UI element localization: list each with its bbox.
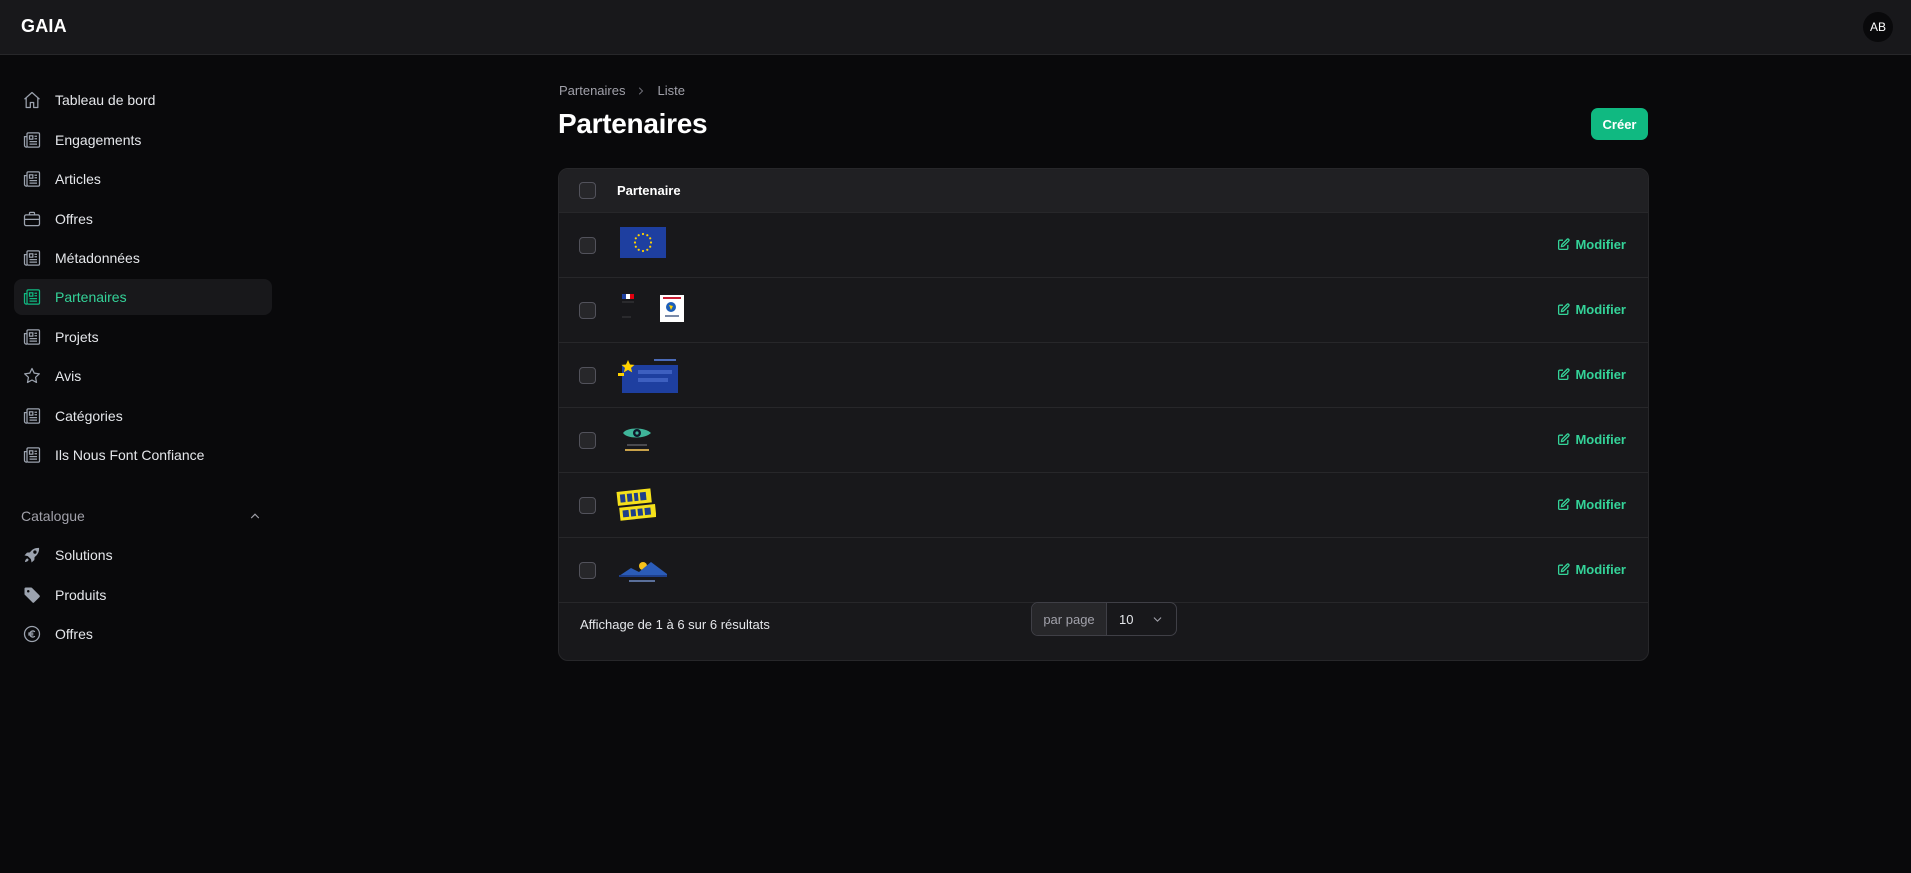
- sidebar-item-solutions[interactable]: Solutions: [14, 537, 272, 573]
- newspaper-icon: [22, 248, 42, 268]
- table-row: Modifier: [559, 473, 1648, 538]
- edit-link[interactable]: Modifier: [1557, 562, 1626, 577]
- chevron-right-icon: [635, 85, 647, 97]
- table-row: Modifier: [559, 213, 1648, 278]
- star-icon: [22, 366, 42, 386]
- mountain-sun-logo: [617, 556, 669, 589]
- edit-icon: [1557, 303, 1571, 316]
- table-row: Modifier: [559, 278, 1648, 343]
- sidebar-item-categories[interactable]: Catégories: [14, 398, 272, 434]
- euro-icon: [22, 624, 42, 644]
- sidebar-item-articles[interactable]: Articles: [14, 161, 272, 197]
- select-all-checkbox[interactable]: [579, 182, 596, 199]
- eye-reunion-logo: [619, 423, 655, 461]
- tag-icon: [22, 585, 42, 605]
- sidebar-item-produits[interactable]: Produits: [14, 577, 272, 613]
- edit-label: Modifier: [1575, 562, 1626, 577]
- breadcrumb-current: Liste: [657, 83, 685, 98]
- sidebar-item-label: Métadonnées: [55, 250, 140, 266]
- sidebar-item-label: Solutions: [55, 547, 113, 563]
- sidebar-item-engagements[interactable]: Engagements: [14, 122, 272, 158]
- partners-table: Partenaire Modifier Modifier Modifier Mo…: [558, 168, 1649, 661]
- per-page-control: par page 10: [1031, 602, 1177, 636]
- briefcase-icon: [22, 209, 42, 229]
- sidebar-item-partenaires[interactable]: Partenaires: [14, 279, 272, 315]
- european-union-flag-logo: [620, 227, 666, 263]
- chevron-up-icon: [248, 509, 262, 523]
- create-button[interactable]: Créer: [1591, 108, 1648, 140]
- edit-label: Modifier: [1575, 432, 1626, 447]
- results-summary: Affichage de 1 à 6 sur 6 résultats: [580, 617, 770, 632]
- sidebar-item-avis[interactable]: Avis: [14, 358, 272, 394]
- breadcrumb: Partenaires Liste: [559, 83, 685, 98]
- per-page-value: 10: [1119, 611, 1134, 627]
- per-page-select[interactable]: 10: [1107, 603, 1176, 635]
- edit-link[interactable]: Modifier: [1557, 432, 1626, 447]
- sidebar-item-tableau-de-bord[interactable]: Tableau de bord: [14, 82, 272, 118]
- table-row: Modifier: [559, 343, 1648, 408]
- newspaper-icon: [22, 287, 42, 307]
- newspaper-icon: [22, 169, 42, 189]
- edit-icon: [1557, 563, 1571, 576]
- table-header: Partenaire: [559, 169, 1648, 213]
- sidebar-item-offres-catalogue[interactable]: Offres: [14, 616, 272, 652]
- republique-francaise-and-region-logo: [620, 294, 686, 329]
- edit-link[interactable]: Modifier: [1557, 302, 1626, 317]
- breadcrumb-parent-link[interactable]: Partenaires: [559, 83, 625, 98]
- sidebar-item-label: Produits: [55, 587, 107, 603]
- row-checkbox[interactable]: [579, 367, 596, 384]
- user-avatar[interactable]: AB: [1863, 12, 1893, 42]
- edit-label: Modifier: [1575, 497, 1626, 512]
- edit-icon: [1557, 498, 1571, 511]
- table-row: Modifier: [559, 408, 1648, 473]
- sidebar-group-catalogue-toggle[interactable]: Catalogue: [21, 505, 262, 527]
- per-page-label: par page: [1032, 603, 1107, 635]
- sidebar-item-label: Ils Nous Font Confiance: [55, 447, 205, 463]
- row-checkbox[interactable]: [579, 562, 596, 579]
- row-checkbox[interactable]: [579, 302, 596, 319]
- edit-link[interactable]: Modifier: [1557, 497, 1626, 512]
- sidebar-item-label: Tableau de bord: [55, 92, 156, 108]
- page-title: Partenaires: [558, 108, 708, 139]
- edit-label: Modifier: [1575, 237, 1626, 252]
- sidebar-item-label: Offres: [55, 211, 93, 227]
- edit-link[interactable]: Modifier: [1557, 237, 1626, 252]
- sidebar-item-offres[interactable]: Offres: [14, 201, 272, 237]
- table-footer: Affichage de 1 à 6 sur 6 résultats par p…: [559, 592, 1648, 660]
- sidebar-item-label: Avis: [55, 368, 82, 384]
- edit-icon: [1557, 238, 1571, 251]
- newspaper-icon: [22, 406, 42, 426]
- sidebar-item-label: Partenaires: [55, 289, 127, 305]
- edit-label: Modifier: [1575, 302, 1626, 317]
- sidebar-item-label: Catégories: [55, 408, 123, 424]
- newspaper-icon: [22, 327, 42, 347]
- home-icon: [22, 90, 42, 110]
- sidebar-group-label: Catalogue: [21, 508, 85, 524]
- edit-icon: [1557, 368, 1571, 381]
- top-bar: GAIA AB: [0, 0, 1911, 55]
- sidebar-item-metadonnees[interactable]: Métadonnées: [14, 240, 272, 276]
- newspaper-icon: [22, 445, 42, 465]
- rocket-icon: [22, 545, 42, 565]
- app-logo[interactable]: GAIA: [21, 16, 67, 37]
- sidebar-item-label: Engagements: [55, 132, 142, 148]
- sidebar-item-projets[interactable]: Projets: [14, 319, 272, 355]
- sidebar-item-ils-nous-font-confiance[interactable]: Ils Nous Font Confiance: [14, 437, 272, 473]
- row-checkbox[interactable]: [579, 432, 596, 449]
- sidebar-item-label: Articles: [55, 171, 101, 187]
- newspaper-icon: [22, 130, 42, 150]
- europe-sengage-logo: [616, 356, 680, 399]
- row-checkbox[interactable]: [579, 497, 596, 514]
- sidebar-item-label: Offres: [55, 626, 93, 642]
- agir-plus-logo: [616, 487, 657, 528]
- edit-icon: [1557, 433, 1571, 446]
- column-header-partenaire[interactable]: Partenaire: [617, 183, 681, 198]
- row-checkbox[interactable]: [579, 237, 596, 254]
- edit-link[interactable]: Modifier: [1557, 367, 1626, 382]
- chevron-down-icon: [1151, 613, 1164, 626]
- edit-label: Modifier: [1575, 367, 1626, 382]
- sidebar-item-label: Projets: [55, 329, 99, 345]
